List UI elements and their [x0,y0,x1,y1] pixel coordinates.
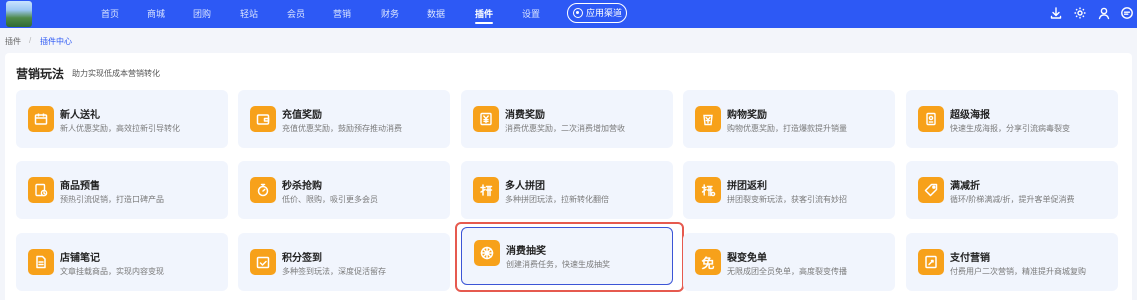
card-flash-sale[interactable]: 秒杀抢购 低价、限购，吸引更多会员 [238,161,450,219]
card-consumption-reward[interactable]: 消费奖励 消费优惠奖励，二次消费增加营收 [461,90,673,148]
yen-note-icon [473,106,499,132]
app-market-icon [573,8,583,18]
presale-icon [28,177,54,203]
wheel-icon [474,240,500,266]
breadcrumb-separator: / [29,36,32,45]
wallet-icon [250,106,276,132]
card-new-user-gift[interactable]: 新人送礼 新人优惠奖励，高效拉新引导转化 [16,90,228,148]
card-title: 超级海报 [950,110,990,121]
nav-item-members[interactable]: 会员 [287,0,305,28]
card-presale[interactable]: 商品预售 预热引流促销，打造口碑产品 [16,161,228,219]
card-description: 充值优惠奖励，鼓励预存推动消费 [282,124,402,133]
card-title: 消费抽奖 [506,246,546,257]
breadcrumb: 插件 / 插件中心 [0,28,1137,51]
card-store-notes[interactable]: 店铺笔记 文章挂载商品，实现内容变现 [16,233,228,291]
card-description: 快速生成海报，分享引流病毒裂变 [950,124,1070,133]
free-icon: 免 [695,249,721,275]
card-description: 创建消费任务，快速生成抽奖 [506,260,610,269]
nav-item-plugins[interactable]: 插件 [475,0,494,28]
card-title: 店铺笔记 [60,253,100,264]
card-title: 满减折 [950,181,980,192]
nav-item-finance[interactable]: 财务 [381,0,399,28]
card-description: 消费优惠奖励，二次消费增加营收 [505,124,625,133]
card-fission-free-order[interactable]: 免 裂变免单 无限成团全员免单，高度裂变传播 [683,233,895,291]
group-rebate-icon [695,177,721,203]
nav-item-data[interactable]: 数据 [427,0,445,28]
card-title: 新人送礼 [60,110,100,121]
card-recharge-reward[interactable]: 充值奖励 充值优惠奖励，鼓励预存推动消费 [238,90,450,148]
nav-item-marketing[interactable]: 营销 [333,0,351,28]
card-title: 拼团返利 [727,181,767,192]
section-title: 营销玩法 [16,67,65,81]
card-title: 商品预售 [60,181,100,192]
section-subtitle: 助力实现低成本营销转化 [72,69,160,78]
nav-item-mall[interactable]: 商城 [147,0,165,28]
poster-icon [918,106,944,132]
card-description: 付费用户二次营销，精准提升商城复购 [950,267,1086,276]
card-consumption-lottery[interactable]: 消费抽奖 创建消费任务，快速生成抽奖 [461,227,673,285]
nav-item-group-buy[interactable]: 团购 [193,0,211,28]
card-super-poster[interactable]: 超级海报 快速生成海报，分享引流病毒裂变 [906,90,1118,148]
app-market-button[interactable]: 应用渠道 [567,3,627,23]
breadcrumb-root[interactable]: 插件 [5,36,21,47]
card-description: 无限成团全员免单，高度裂变传播 [727,267,847,276]
message-icon[interactable] [1120,6,1134,20]
card-description: 新人优惠奖励，高效拉新引导转化 [60,124,180,133]
card-description: 多种拼团玩法，拉新转化翻倍 [505,195,609,204]
tag-icon [918,177,944,203]
card-description: 循环/阶梯满减/折，提升客单促消费 [950,195,1075,204]
card-title: 充值奖励 [282,110,322,121]
card-title: 支付营销 [950,253,990,264]
app-market-label: 应用渠道 [586,8,623,18]
card-title: 积分签到 [282,253,322,264]
card-description: 文章挂载商品，实现内容变现 [60,267,164,276]
nav-item-light-site[interactable]: 轻站 [240,0,258,28]
nav-item-home[interactable]: 首页 [101,0,119,28]
card-full-reduction[interactable]: 满减折 循环/阶梯满减/折，提升客单促消费 [906,161,1118,219]
download-icon[interactable] [1049,6,1063,20]
group-buy-icon [473,177,499,203]
note-icon [28,249,54,275]
card-description: 购物优惠奖励，打造爆款提升销量 [727,124,847,133]
checkin-icon [250,249,276,275]
card-payment-marketing[interactable]: 支付营销 付费用户二次营销，精准提升商城复购 [906,233,1118,291]
pay-marketing-icon [918,249,944,275]
card-group-rebate[interactable]: 拼团返利 拼团裂变新玩法，获客引流有妙招 [683,161,895,219]
card-description: 拼团裂变新玩法，获客引流有妙招 [727,195,847,204]
card-description: 多种签到玩法，深度促活留存 [282,267,386,276]
card-title: 秒杀抢购 [282,181,322,192]
yen-bag-icon [695,106,721,132]
card-description: 低价、限购，吸引更多会员 [282,195,378,204]
app-logo[interactable] [6,1,32,27]
card-description: 预热引流促销，打造口碑产品 [60,195,164,204]
user-icon[interactable] [1097,6,1111,20]
stopwatch-icon [250,177,276,203]
card-points-checkin[interactable]: 积分签到 多种签到玩法，深度促活留存 [238,233,450,291]
card-shopping-reward[interactable]: 购物奖励 购物优惠奖励，打造爆款提升销量 [683,90,895,148]
card-title: 购物奖励 [727,110,767,121]
card-group-buy[interactable]: 多人拼团 多种拼团玩法，拉新转化翻倍 [461,161,673,219]
card-title: 裂变免单 [727,253,767,264]
card-title: 消费奖励 [505,110,545,121]
card-title: 多人拼团 [505,181,545,192]
gear-icon[interactable] [1073,6,1087,20]
top-nav-bar: 首页 商城 团购 轻站 会员 营销 财务 数据 插件 设置 应用渠道 [0,0,1137,28]
free-icon-glyph: 免 [701,255,715,271]
calendar-gift-icon [28,106,54,132]
nav-item-settings[interactable]: 设置 [522,0,540,28]
breadcrumb-current: 插件中心 [40,37,72,46]
